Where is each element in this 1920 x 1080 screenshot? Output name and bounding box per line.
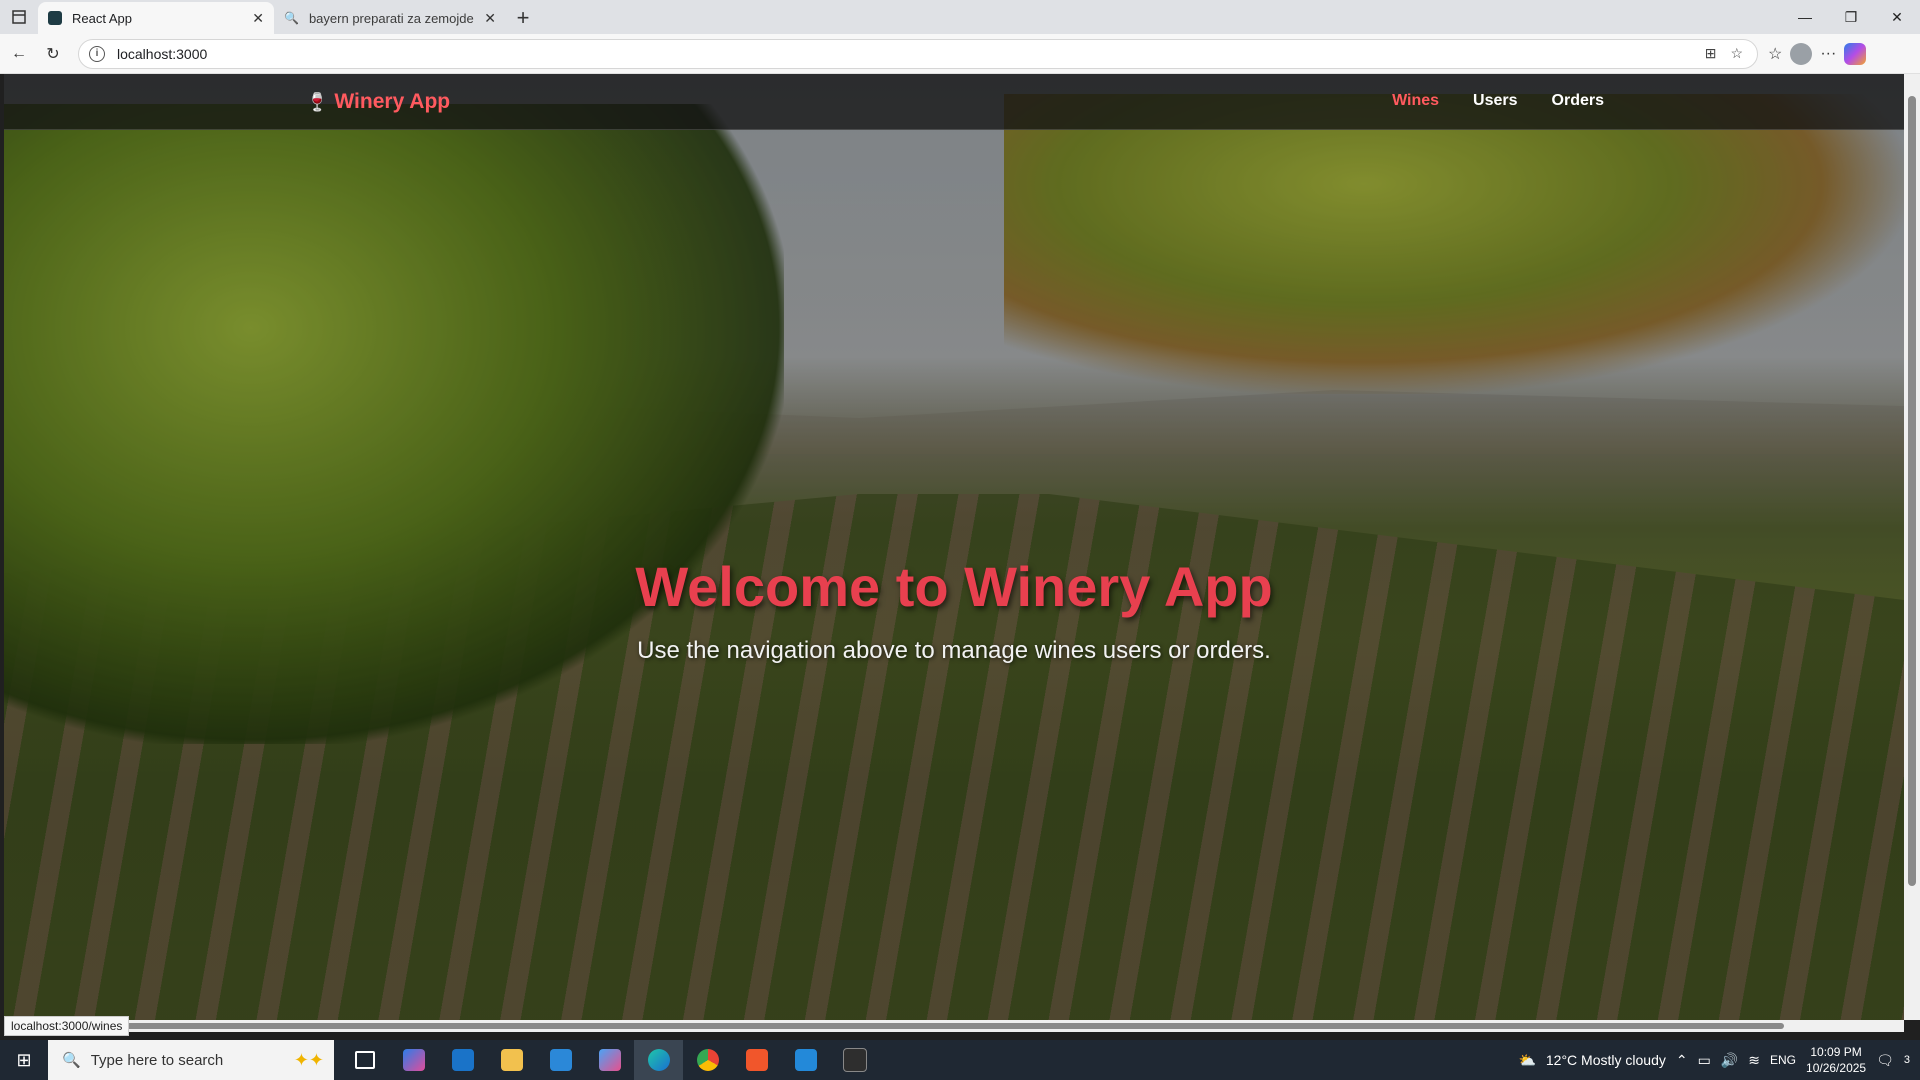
vertical-scrollbar[interactable] [1904, 74, 1920, 1020]
file-explorer-icon[interactable] [487, 1040, 536, 1080]
chrome-icon[interactable] [683, 1040, 732, 1080]
wine-glass-icon: 🍷 [306, 91, 329, 112]
tab-search[interactable]: 🔍 bayern preparati za zemojdelstvo ✕ [274, 2, 506, 34]
app-available-icon[interactable]: ⊞ [1705, 45, 1717, 62]
window-controls: — ❐ ✕ [1782, 0, 1920, 34]
link-status-bar: localhost:3000/wines [4, 1016, 130, 1036]
edge-browser-icon[interactable] [634, 1040, 683, 1080]
wifi-icon[interactable]: ≋ [1748, 1052, 1760, 1069]
taskbar: ⊞ 🔍 Type here to search ✦✦ ⛅ 12°C Mostly… [0, 1040, 1920, 1080]
scroll-thumb[interactable] [124, 1023, 1784, 1029]
hero-subtitle: Use the navigation above to manage wines… [637, 637, 1271, 664]
site-info-icon[interactable]: i [89, 45, 105, 62]
nav-links: Wines Users Orders [1392, 92, 1604, 110]
react-favicon-icon [48, 11, 62, 25]
clock[interactable]: 10:09 PM 10/26/2025 [1806, 1044, 1866, 1076]
language-indicator[interactable]: ENG [1770, 1053, 1796, 1067]
hero-overlay [4, 74, 1904, 1020]
search-placeholder: Type here to search [90, 1051, 224, 1069]
brand-link[interactable]: 🍷 Winery App [306, 90, 450, 114]
browser-toolbar: ← ↻ i localhost:3000 ⊞ ☆ ☆ ··· [0, 34, 1920, 74]
chevron-up-icon[interactable]: ⌃ [1676, 1052, 1688, 1069]
tab-actions-icon [12, 10, 26, 24]
url-text: localhost:3000 [117, 45, 208, 62]
weather-text[interactable]: 12°C Mostly cloudy [1546, 1052, 1666, 1068]
page-viewport: 🍷 Winery App Wines Users Orders Welcome … [4, 74, 1904, 1020]
more-menu-icon[interactable]: ··· [1820, 45, 1836, 63]
nav-link-wines[interactable]: Wines [1392, 92, 1439, 110]
horizontal-scrollbar[interactable] [4, 1020, 1904, 1032]
restore-button[interactable]: ❐ [1828, 0, 1874, 34]
search-highlight-icon: ✦✦ [293, 1049, 324, 1070]
app-navbar: 🍷 Winery App Wines Users Orders [4, 74, 1904, 130]
copilot-app-icon[interactable] [389, 1040, 438, 1080]
copilot-icon[interactable] [1844, 42, 1867, 65]
back-button[interactable]: ← [4, 39, 34, 69]
tab-title: React App [72, 10, 132, 26]
task-view-icon[interactable] [340, 1040, 389, 1080]
terminal-icon[interactable] [830, 1040, 879, 1080]
outlook-icon[interactable] [438, 1040, 487, 1080]
close-window-button[interactable]: ✕ [1874, 0, 1920, 34]
minimize-button[interactable]: — [1782, 0, 1828, 34]
favorite-star-icon[interactable]: ☆ [1730, 45, 1743, 62]
tab-actions-button[interactable] [0, 0, 38, 34]
clock-time: 10:09 PM [1810, 1045, 1862, 1059]
tab-strip: React App ✕ 🔍 bayern preparati za zemojd… [0, 0, 1920, 34]
close-icon[interactable]: ✕ [252, 10, 264, 27]
clock-date: 10/26/2025 [1806, 1061, 1867, 1075]
pinned-apps [340, 1040, 879, 1080]
brave-icon[interactable] [732, 1040, 781, 1080]
refresh-button[interactable]: ↻ [38, 39, 68, 69]
tab-react-app[interactable]: React App ✕ [38, 2, 274, 34]
store-icon[interactable] [536, 1040, 585, 1080]
close-icon[interactable]: ✕ [484, 10, 496, 27]
vscode-icon[interactable] [781, 1040, 830, 1080]
notification-count: 3 [1903, 1054, 1910, 1066]
hero-section: Welcome to Winery App Use the navigation… [4, 554, 1904, 665]
brand-name: Winery App [334, 90, 451, 113]
notification-icon[interactable]: 🗨 [1876, 1052, 1894, 1069]
weather-icon[interactable]: ⛅ [1518, 1052, 1535, 1069]
tab-title: bayern preparati za zemojdelstvo [308, 10, 474, 26]
new-tab-button[interactable]: + [506, 2, 540, 34]
windows-start-icon[interactable]: ⊞ [0, 1040, 48, 1080]
profile-avatar[interactable] [1790, 42, 1813, 65]
nav-link-orders[interactable]: Orders [1552, 92, 1604, 110]
hero-title: Welcome to Winery App [635, 555, 1273, 618]
favorites-icon[interactable]: ☆ [1768, 44, 1782, 64]
address-bar[interactable]: i localhost:3000 ⊞ ☆ [78, 38, 1758, 69]
taskbar-search[interactable]: 🔍 Type here to search ✦✦ [48, 1040, 334, 1080]
search-icon: 🔍 [62, 1052, 81, 1069]
system-tray: ⛅ 12°C Mostly cloudy ⌃ ▭ 🔊 ≋ ENG 10:09 P… [1518, 1040, 1920, 1080]
battery-icon[interactable]: ▭ [1698, 1052, 1711, 1069]
scroll-thumb[interactable] [1908, 96, 1916, 886]
microsoft-365-icon[interactable] [585, 1040, 634, 1080]
volume-icon[interactable]: 🔊 [1721, 1052, 1738, 1069]
nav-link-users[interactable]: Users [1473, 92, 1517, 110]
search-icon: 🔍 [284, 11, 299, 25]
